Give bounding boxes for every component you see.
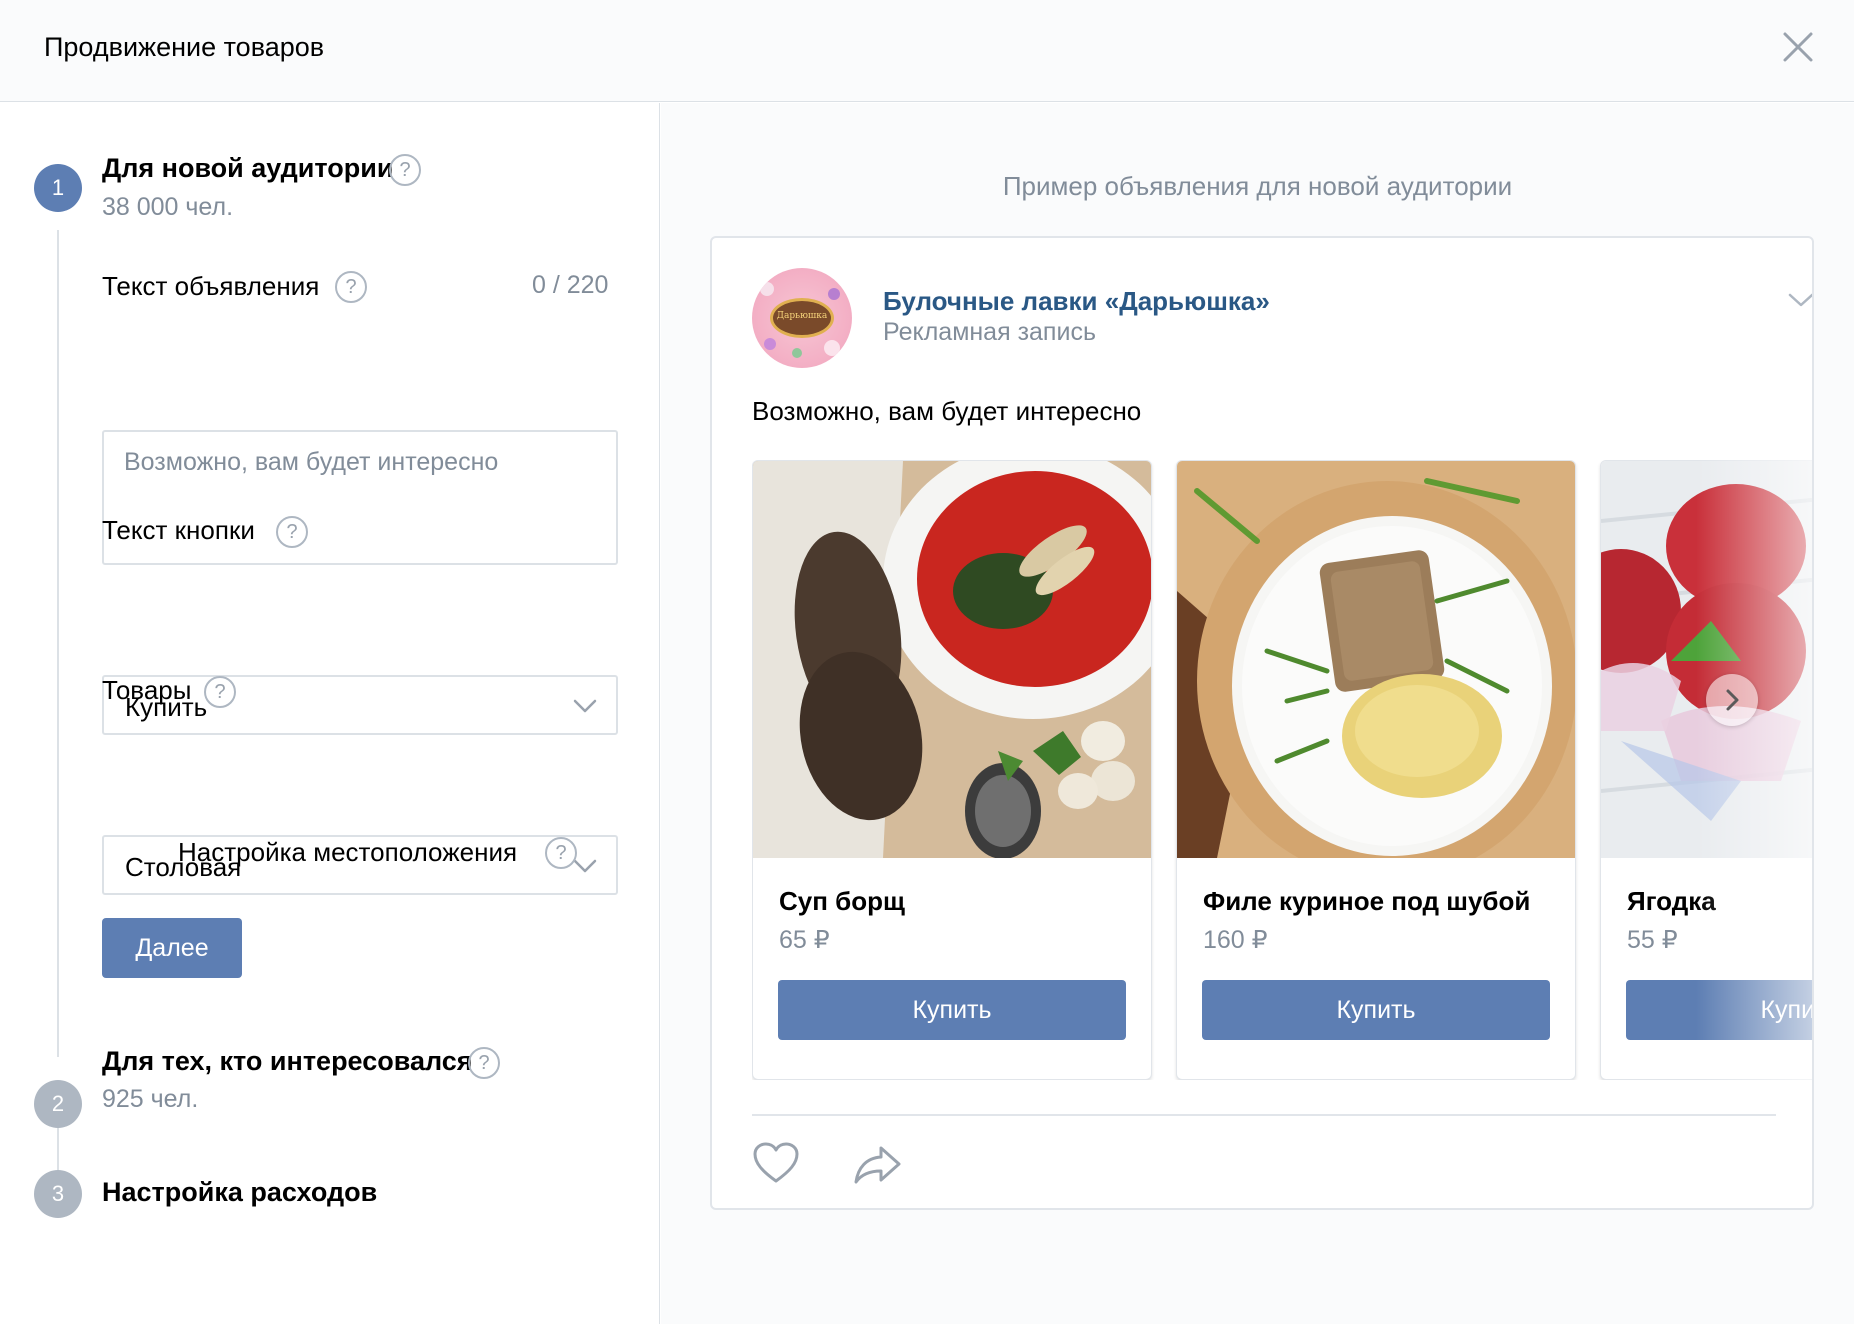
- help-icon[interactable]: ?: [276, 516, 308, 548]
- share-icon[interactable]: [853, 1144, 903, 1184]
- help-icon[interactable]: ?: [204, 676, 236, 708]
- chevron-down-icon: [573, 699, 597, 713]
- help-icon[interactable]: ?: [545, 837, 577, 869]
- buy-button[interactable]: Купить: [1202, 980, 1550, 1040]
- product-photo-borscht: [753, 461, 1151, 858]
- leaf-decoration: [792, 348, 802, 358]
- card-divider: [752, 1114, 1776, 1116]
- flower-decoration: [764, 338, 776, 350]
- step-1-indicator: 1: [34, 164, 82, 212]
- products-label: Товары: [102, 675, 192, 705]
- product-name: Суп борщ: [779, 886, 905, 916]
- ad-preview-card: Дарьюшка Булочные лавки «Дарьюшка» Рекла…: [710, 236, 1814, 1210]
- product-photo-chicken: [1177, 461, 1575, 858]
- step-2-audience-count: 925 чел.: [102, 1085, 199, 1113]
- settings-panel: 1 Для новой аудитории ? 38 000 чел. Текс…: [0, 103, 660, 1324]
- product-price: 55 ₽: [1627, 926, 1678, 954]
- chevron-right-icon: [1726, 689, 1739, 711]
- close-icon[interactable]: [1781, 30, 1815, 64]
- buy-button[interactable]: Купить: [1626, 980, 1812, 1040]
- chevron-down-icon: [573, 859, 597, 873]
- logo-plate: Дарьюшка: [770, 298, 834, 338]
- step-1-title[interactable]: Для новой аудитории: [102, 153, 393, 184]
- step-connector: [57, 230, 59, 1057]
- modal-title: Продвижение товаров: [44, 32, 325, 62]
- product-price: 65 ₽: [779, 926, 830, 954]
- button-text-label: Текст кнопки: [102, 515, 255, 545]
- product-name: Филе куриное под шубой: [1203, 886, 1531, 916]
- product-price: 160 ₽: [1203, 926, 1268, 954]
- product-carousel: Суп борщ 65 ₽ Купить Филе куриное под шу…: [752, 460, 1812, 1080]
- help-icon[interactable]: ?: [389, 154, 421, 186]
- post-text: Возможно, вам будет интересно: [752, 396, 1142, 426]
- logo-text: Дарьюшка: [776, 311, 828, 321]
- modal-header: Продвижение товаров: [0, 0, 1854, 102]
- product-name: Ягодка: [1627, 886, 1716, 916]
- product-card[interactable]: Ягодка 55 ₽ Купить: [1600, 460, 1812, 1080]
- preview-caption: Пример объявления для новой аудитории: [1002, 171, 1513, 201]
- next-button[interactable]: Далее: [102, 918, 242, 978]
- ad-text-label: Текст объявления: [102, 271, 320, 301]
- step-connector: [57, 1121, 59, 1177]
- product-photo-berry-cake: [1601, 461, 1812, 858]
- preview-panel: Пример объявления для новой аудитории Да…: [661, 103, 1854, 1324]
- step-1-audience-count: 38 000 чел.: [102, 193, 234, 221]
- help-icon[interactable]: ?: [468, 1047, 500, 1079]
- product-card[interactable]: Филе куриное под шубой 160 ₽ Купить: [1176, 460, 1576, 1080]
- flower-decoration: [760, 282, 774, 296]
- location-toggle-label: Настройка местоположения: [178, 837, 518, 867]
- help-icon[interactable]: ?: [335, 271, 367, 303]
- chevron-down-icon[interactable]: [1788, 292, 1814, 308]
- flower-decoration: [824, 340, 840, 356]
- heart-icon[interactable]: [752, 1141, 800, 1185]
- community-name-link[interactable]: Булочные лавки «Дарьюшка»: [883, 286, 1270, 317]
- ad-text-counter: 0 / 220: [532, 271, 609, 299]
- community-avatar[interactable]: Дарьюшка: [752, 268, 852, 368]
- ad-label: Рекламная запись: [883, 318, 1096, 346]
- flower-decoration: [828, 288, 840, 300]
- product-card[interactable]: Суп борщ 65 ₽ Купить: [752, 460, 1152, 1080]
- buy-button[interactable]: Купить: [778, 980, 1126, 1040]
- carousel-next-button[interactable]: [1706, 674, 1758, 726]
- step-2-title[interactable]: Для тех, кто интересовался: [102, 1046, 473, 1077]
- step-3-indicator: 3: [34, 1170, 82, 1218]
- step-2-indicator: 2: [34, 1080, 82, 1128]
- step-3-title[interactable]: Настройка расходов: [102, 1177, 377, 1208]
